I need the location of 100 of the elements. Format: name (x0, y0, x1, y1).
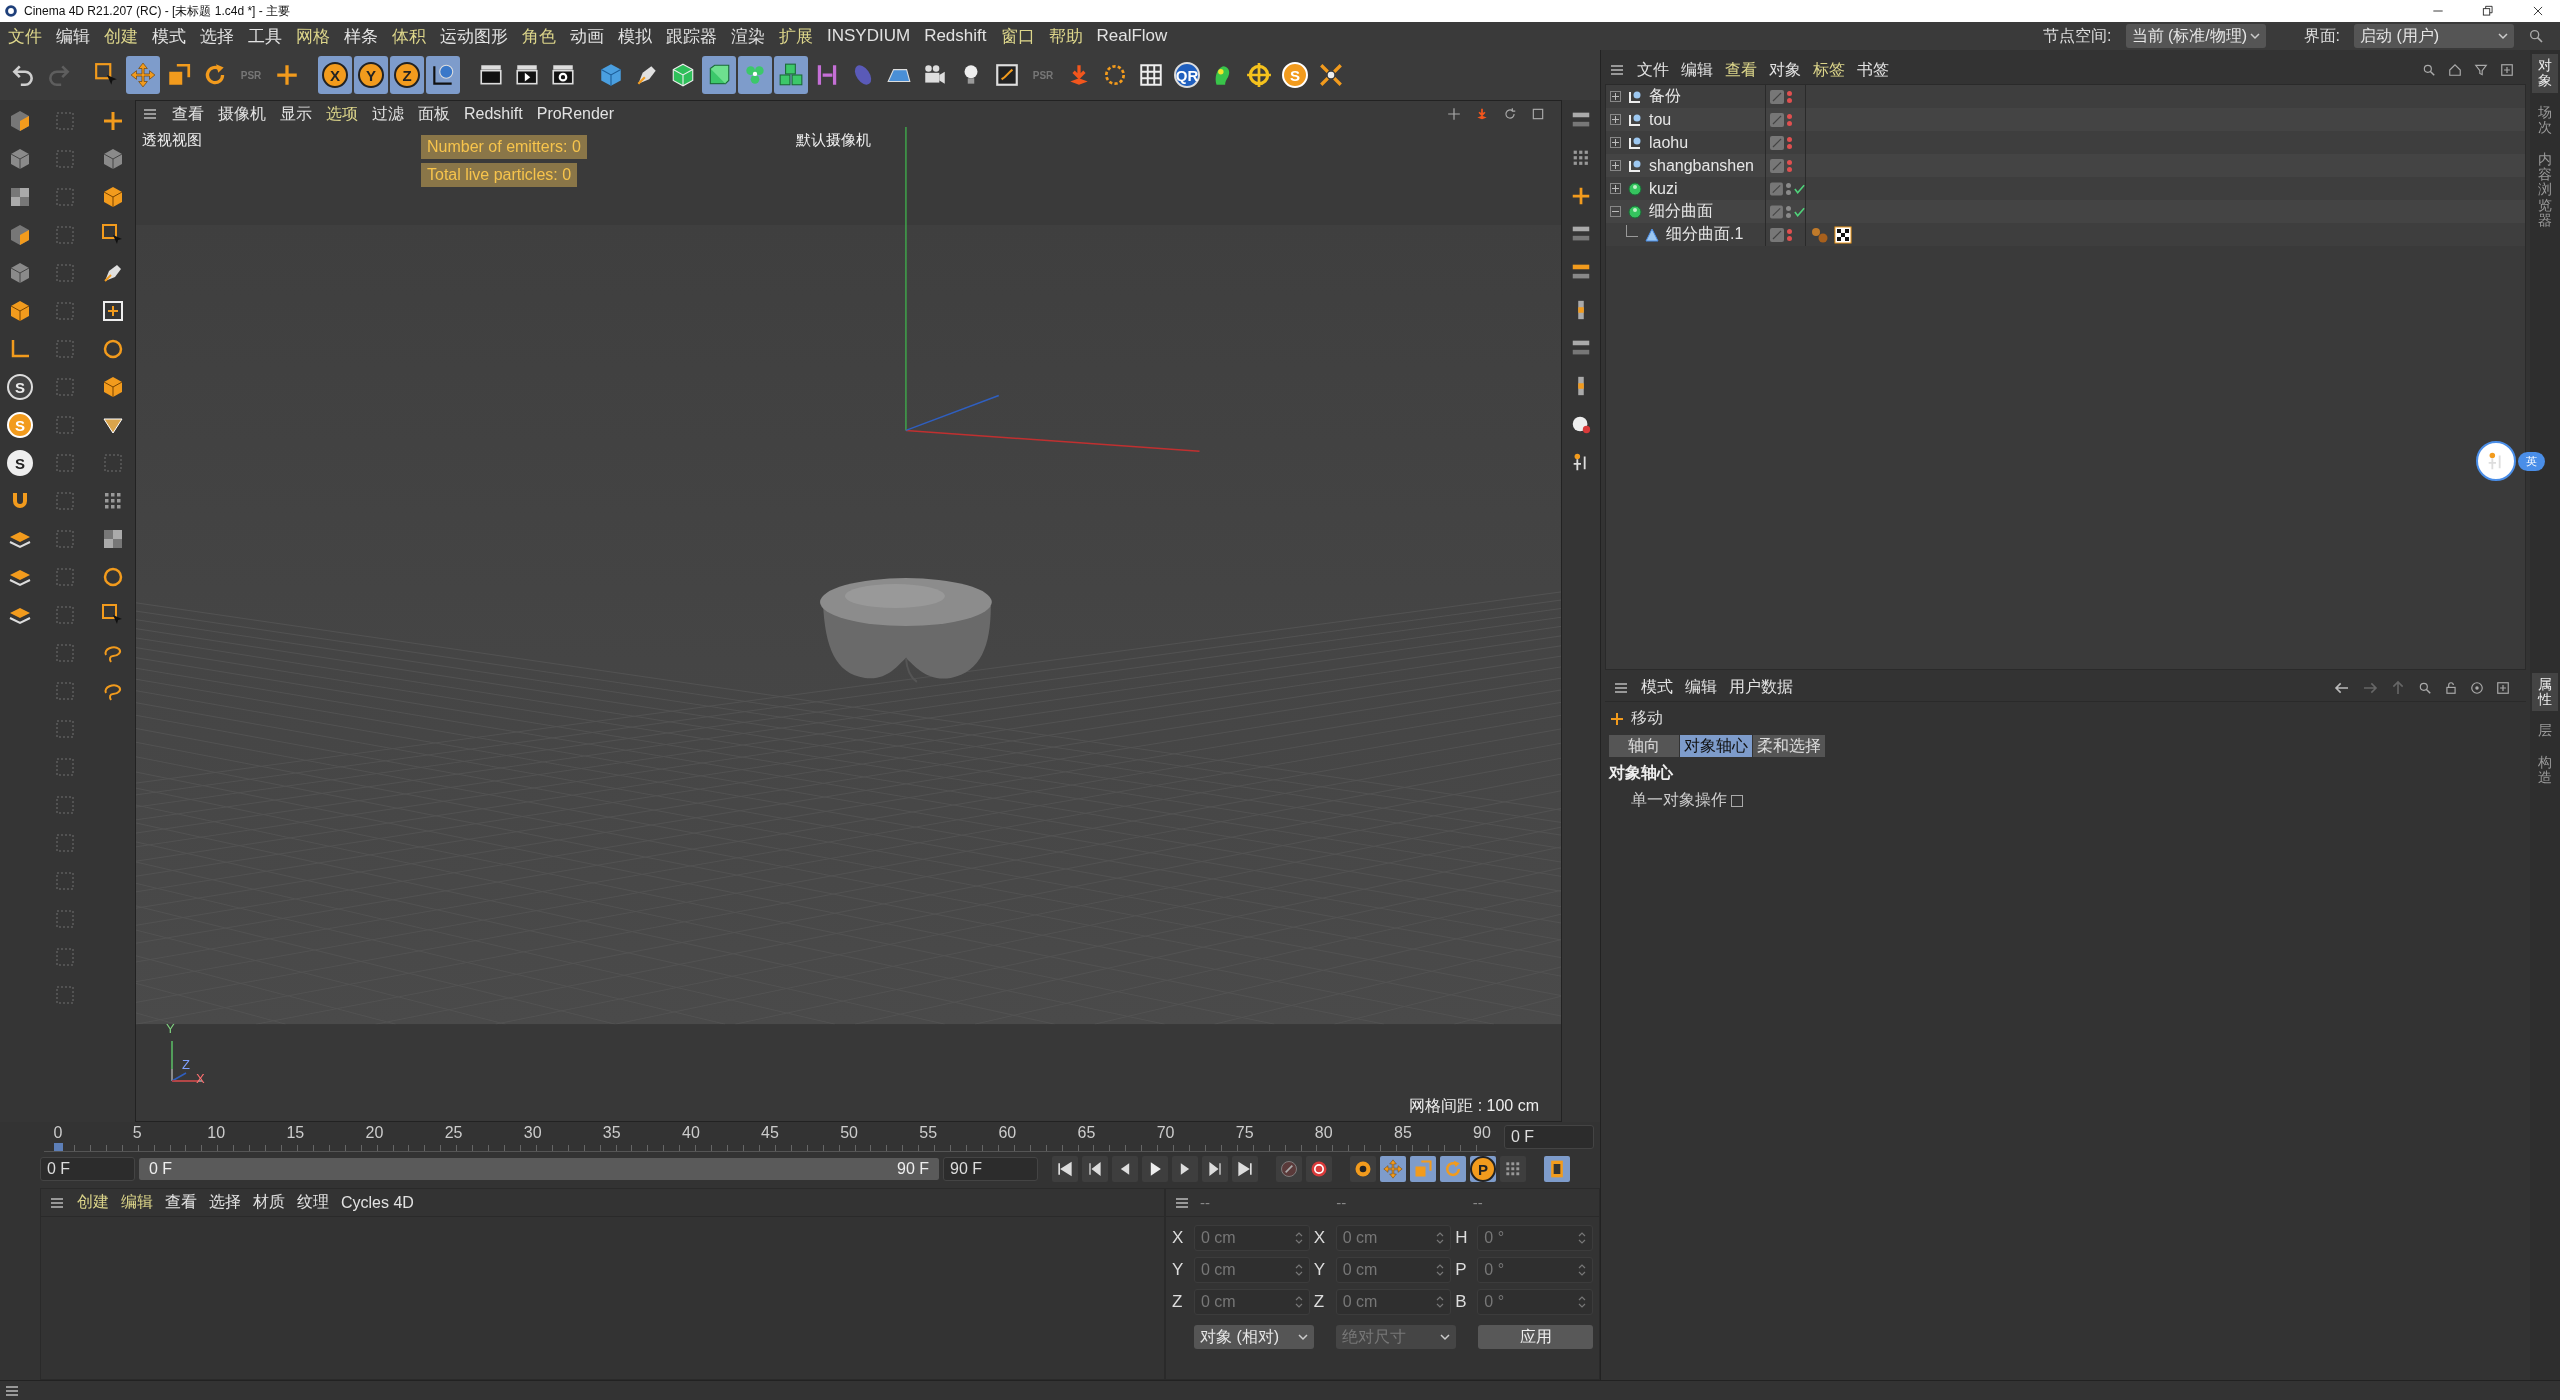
menu-item[interactable]: 查看 (1725, 59, 1757, 81)
menu-item[interactable]: 编辑 (121, 1192, 153, 1213)
menu-item[interactable]: 选择 (200, 24, 234, 48)
filter-icon[interactable] (2474, 63, 2488, 77)
menu-item[interactable]: Redshift (464, 105, 523, 123)
lock-icon[interactable] (2444, 680, 2458, 695)
texture-tag-icon[interactable] (1834, 225, 1852, 244)
prev-key-icon[interactable] (1082, 1156, 1108, 1182)
last-icon[interactable] (1232, 1156, 1258, 1182)
menu-item[interactable]: 过滤 (372, 103, 404, 125)
menu-item[interactable]: 选项 (326, 103, 358, 125)
spinner-icon[interactable] (1578, 1295, 1586, 1309)
new-window-icon[interactable] (2496, 680, 2510, 695)
side-tab[interactable]: 层 (2532, 719, 2558, 743)
expand-icon[interactable] (1610, 183, 1621, 194)
next-icon[interactable] (1172, 1156, 1198, 1182)
object-row[interactable]: 细分曲面.1 (1606, 223, 2525, 246)
orbit-icon[interactable] (1503, 107, 1517, 121)
interface-dropdown[interactable]: 启动 (用户) (2354, 24, 2514, 48)
spinner-icon[interactable] (1578, 1263, 1586, 1277)
menu-item[interactable]: 窗口 (1000, 24, 1035, 48)
end-frame-field[interactable]: 90 F (943, 1157, 1038, 1181)
menu-item[interactable]: 文件 (8, 24, 42, 48)
menu-item[interactable]: 编辑 (1685, 677, 1717, 698)
layer-toggle[interactable] (1770, 181, 1783, 196)
parameter-key-button[interactable]: P (1470, 1156, 1496, 1182)
menu-item[interactable]: 动画 (570, 24, 604, 48)
menu-item[interactable]: 用户数据 (1729, 677, 1793, 698)
checkbox[interactable] (1731, 794, 1743, 807)
visibility-dots[interactable] (1787, 136, 1792, 149)
menu-item[interactable]: 材质 (253, 1192, 285, 1213)
side-tab[interactable]: 属性 (2532, 672, 2558, 712)
visibility-dots[interactable] (1785, 182, 1791, 195)
side-tab[interactable]: 构造 (2532, 750, 2558, 790)
menu-item[interactable]: 摄像机 (218, 103, 266, 125)
camera-label[interactable]: 默认摄像机 (796, 131, 871, 150)
apply-button[interactable]: 应用 (1478, 1325, 1593, 1349)
attribute-tab[interactable]: 柔和选择 (1753, 735, 1825, 757)
attribute-tab[interactable]: 轴向 (1609, 735, 1679, 757)
expand-icon[interactable] (1610, 160, 1621, 171)
axis-lock-button[interactable]: X (318, 56, 352, 94)
layer-toggle[interactable] (1770, 204, 1783, 219)
object-row[interactable]: tou (1606, 108, 2525, 131)
solid-cube-icon[interactable] (702, 56, 736, 94)
search-icon[interactable] (2528, 28, 2544, 44)
layer-toggle[interactable] (1770, 158, 1784, 173)
object-row[interactable]: 备份 (1606, 85, 2525, 108)
search-icon[interactable] (2418, 680, 2432, 695)
collapse-icon[interactable] (1610, 206, 1621, 217)
dots-icon[interactable] (1500, 1156, 1526, 1182)
check-icon[interactable] (1793, 182, 1805, 195)
visibility-dots[interactable] (1787, 228, 1792, 241)
menu-item[interactable]: 面板 (418, 103, 450, 125)
object-row[interactable]: 细分曲面 (1606, 200, 2525, 223)
menu-item[interactable]: 运动图形 (440, 24, 508, 48)
layer-toggle[interactable] (1770, 89, 1784, 104)
film-icon[interactable] (1544, 1156, 1570, 1182)
side-tab[interactable]: 内容浏览器 (2532, 147, 2558, 233)
menu-item[interactable]: 标签 (1813, 59, 1845, 81)
object-row[interactable]: shangbanshen (1606, 154, 2525, 177)
menu-item[interactable]: Redshift (924, 26, 987, 46)
menu-item[interactable]: 编辑 (56, 24, 90, 48)
object-row[interactable]: kuzi (1606, 177, 2525, 200)
spinner-icon[interactable] (1436, 1295, 1445, 1309)
menu-item[interactable]: 查看 (172, 103, 204, 125)
layer-toggle[interactable] (1770, 112, 1784, 127)
menu-item[interactable]: 渲染 (731, 24, 765, 48)
search-icon[interactable] (2422, 63, 2436, 77)
expand-icon[interactable] (1610, 137, 1621, 148)
cubes-icon[interactable] (774, 56, 808, 94)
menu-item[interactable]: 帮助 (1048, 24, 1083, 48)
spinner-icon[interactable] (1294, 1231, 1303, 1245)
home-icon[interactable] (2448, 63, 2462, 77)
menu-item[interactable]: 跟踪器 (666, 24, 717, 48)
menu-icon[interactable] (1609, 62, 1625, 78)
coordinate-mode-dropdown[interactable]: 对象 (相对) (1194, 1325, 1314, 1349)
menu-item[interactable]: 纹理 (297, 1192, 329, 1213)
menu-item[interactable]: 对象 (1769, 59, 1801, 81)
spinner-icon[interactable] (1436, 1231, 1445, 1245)
menu-item[interactable]: 模式 (152, 24, 186, 48)
range-slider[interactable]: 0 F 90 F (139, 1158, 939, 1180)
current-frame-field[interactable]: 0 F (1504, 1125, 1594, 1149)
visibility-dots[interactable] (1787, 113, 1792, 126)
menu-item[interactable]: 显示 (280, 103, 312, 125)
menu-item[interactable]: 选择 (209, 1192, 241, 1213)
menu-item[interactable]: 创建 (77, 1192, 109, 1213)
check-icon[interactable] (1793, 205, 1805, 218)
next-key-icon[interactable] (1202, 1156, 1228, 1182)
side-tab[interactable]: 对象 (2532, 54, 2558, 93)
menu-item[interactable]: 文件 (1637, 59, 1669, 81)
menu-item[interactable]: 工具 (248, 24, 282, 48)
target-icon[interactable] (2470, 680, 2484, 695)
menu-item[interactable]: Cycles 4D (341, 1193, 414, 1212)
axis-lock-button[interactable]: Y (354, 56, 388, 94)
spinner-icon[interactable] (1436, 1263, 1445, 1277)
menu-item[interactable]: 书签 (1857, 59, 1889, 81)
menu-item[interactable]: ProRender (536, 105, 615, 123)
prev-icon[interactable] (1112, 1156, 1138, 1182)
keyframe-icon[interactable] (1350, 1156, 1376, 1182)
menu-item[interactable]: 模拟 (618, 24, 652, 48)
